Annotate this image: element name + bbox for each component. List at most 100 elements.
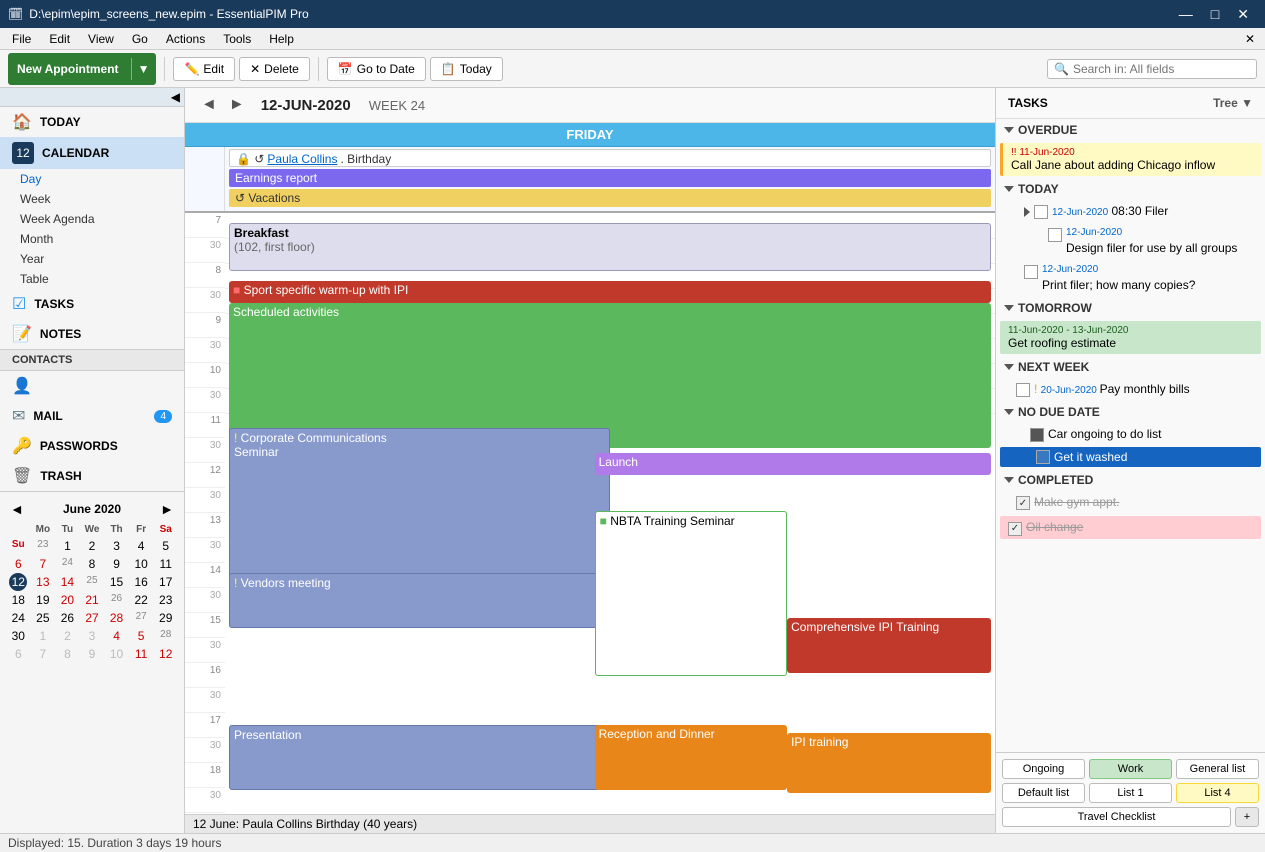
tasks-footer-work[interactable]: Work: [1089, 759, 1172, 779]
task-completed-2[interactable]: Oil change: [1000, 516, 1261, 539]
edit-button[interactable]: ✏️ Edit: [173, 57, 235, 81]
task-today-2-cb[interactable]: [1048, 228, 1062, 242]
task-no-due-2-cb[interactable]: [1036, 450, 1050, 464]
task-next-week-1-cb[interactable]: [1016, 383, 1030, 397]
mini-cal-day-29[interactable]: 29: [153, 609, 178, 627]
task-section-tomorrow[interactable]: TOMORROW: [996, 297, 1265, 319]
mini-cal-day-2[interactable]: 2: [80, 537, 105, 555]
appt-breakfast[interactable]: Breakfast (102, first floor): [229, 223, 991, 271]
sidebar-item-mail[interactable]: ✉ MAIL 4: [0, 401, 184, 431]
mini-cal-day-jul3[interactable]: 3: [80, 627, 105, 645]
mini-cal-day-jul8[interactable]: 8: [55, 645, 80, 663]
appt-ipi-training-2[interactable]: IPI training: [787, 733, 991, 793]
sidebar-collapse-btn[interactable]: ◀: [171, 90, 180, 104]
menu-actions[interactable]: Actions: [158, 30, 213, 48]
mini-cal-day-15[interactable]: 15: [104, 573, 129, 591]
today-button[interactable]: 📋 Today: [430, 57, 503, 81]
menu-view[interactable]: View: [80, 30, 122, 48]
task-section-no-due[interactable]: NO DUE DATE: [996, 401, 1265, 423]
task-today-1-cb[interactable]: [1034, 205, 1048, 219]
mini-cal-day-20[interactable]: 20: [55, 591, 80, 609]
search-input[interactable]: [1073, 62, 1250, 76]
maximize-btn[interactable]: □: [1203, 4, 1227, 25]
mini-cal-day-24[interactable]: 24: [6, 609, 31, 627]
mini-cal-day-9[interactable]: 9: [104, 555, 129, 573]
mini-cal-day-21[interactable]: 21: [80, 591, 105, 609]
task-no-due-2-selected[interactable]: Get it washed: [1000, 447, 1261, 467]
menu-edit[interactable]: Edit: [41, 30, 78, 48]
mini-cal-day-5[interactable]: 5: [153, 537, 178, 555]
task-section-completed[interactable]: COMPLETED: [996, 469, 1265, 491]
mini-cal-day-28[interactable]: 28: [104, 609, 129, 627]
sidebar-item-trash[interactable]: 🗑 TRASH: [0, 461, 184, 491]
mini-cal-day-22[interactable]: 22: [129, 591, 154, 609]
mini-cal-day-8[interactable]: 8: [80, 555, 105, 573]
sidebar-item-calendar[interactable]: 12 CALENDAR: [0, 137, 184, 169]
allday-event-vacations[interactable]: ↺ Vacations: [229, 189, 991, 207]
mini-cal-day-6[interactable]: 6: [6, 555, 31, 573]
sidebar-item-tasks[interactable]: ☑ TASKS: [0, 289, 184, 319]
mini-cal-day-jul12[interactable]: 12: [153, 645, 178, 663]
tasks-footer-general[interactable]: General list: [1176, 759, 1259, 779]
go-to-date-button[interactable]: 📅 Go to Date: [327, 57, 426, 81]
appt-reception[interactable]: Reception and Dinner: [595, 725, 788, 790]
menu-go[interactable]: Go: [124, 30, 156, 48]
mini-cal-day-jul5[interactable]: 5: [129, 627, 154, 645]
mini-cal-day-10[interactable]: 10: [129, 555, 154, 573]
mini-cal-day-19[interactable]: 19: [31, 591, 56, 609]
allday-event-earnings[interactable]: Earnings report: [229, 169, 991, 187]
mini-cal-day-jul1[interactable]: 1: [31, 627, 56, 645]
appt-vendors[interactable]: ! Vendors meeting: [229, 573, 610, 628]
mini-cal-day-1[interactable]: 1: [55, 537, 80, 555]
mini-cal-day-27[interactable]: 27: [80, 609, 105, 627]
new-appointment-button[interactable]: New Appointment ▼: [8, 53, 156, 85]
menu-close-btn[interactable]: ✕: [1239, 30, 1261, 48]
mini-cal-day-jul2[interactable]: 2: [55, 627, 80, 645]
mini-cal-day-30[interactable]: 30: [6, 627, 31, 645]
tasks-footer-ongoing[interactable]: Ongoing: [1002, 759, 1085, 779]
mini-cal-day-14[interactable]: 14: [55, 573, 80, 591]
mini-cal-day-jul9[interactable]: 9: [80, 645, 105, 663]
task-overdue-1[interactable]: !! 11-Jun-2020 Call Jane about adding Ch…: [1000, 143, 1261, 176]
task-section-today[interactable]: TODAY: [996, 178, 1265, 200]
mini-cal-day-17[interactable]: 17: [153, 573, 178, 591]
task-today-2[interactable]: 12-Jun-2020 Design filer for use by all …: [996, 223, 1265, 260]
task-next-week-1[interactable]: ! 20-Jun-2020 Pay monthly bills: [996, 378, 1265, 401]
menu-help[interactable]: Help: [261, 30, 302, 48]
sidebar-view-week-agenda[interactable]: Week Agenda: [0, 209, 184, 229]
task-completed-1[interactable]: Make gym appt.: [996, 491, 1265, 514]
mini-cal-day-13[interactable]: 13: [31, 573, 56, 591]
mini-cal-day-23[interactable]: 23: [153, 591, 178, 609]
mini-cal-prev[interactable]: ◄: [6, 499, 28, 519]
task-completed-1-cb[interactable]: [1016, 496, 1030, 510]
delete-button[interactable]: ✕ Delete: [239, 57, 310, 81]
mini-cal-day-11[interactable]: 11: [153, 555, 178, 573]
tasks-footer-travel[interactable]: Travel Checklist: [1002, 807, 1231, 827]
sidebar-view-year[interactable]: Year: [0, 249, 184, 269]
task-completed-2-cb[interactable]: [1008, 522, 1022, 536]
tasks-footer-list1[interactable]: List 1: [1089, 783, 1172, 803]
task-today-1[interactable]: 12-Jun-2020 08:30 Filer: [996, 200, 1265, 223]
menu-file[interactable]: File: [4, 30, 39, 48]
appt-sport[interactable]: ■ Sport specific warm-up with IPI: [229, 281, 991, 303]
window-controls[interactable]: — □ ✕: [1171, 4, 1257, 25]
appt-launch[interactable]: Launch: [595, 453, 991, 475]
mini-cal-day-26[interactable]: 26: [55, 609, 80, 627]
mini-cal-day-jul7[interactable]: 7: [31, 645, 56, 663]
mini-cal-next[interactable]: ►: [156, 499, 178, 519]
task-section-next-week[interactable]: NEXT WEEK: [996, 356, 1265, 378]
task-tomorrow-1[interactable]: 11-Jun-2020 - 13-Jun-2020 Get roofing es…: [1000, 321, 1261, 354]
sidebar-item-today[interactable]: 🏠 TODAY: [0, 107, 184, 137]
sidebar-item-contacts[interactable]: 👤 CONTACTS: [0, 371, 184, 401]
mini-cal-day-18[interactable]: 18: [6, 591, 31, 609]
search-box[interactable]: 🔍: [1047, 59, 1257, 79]
task-today-3-cb[interactable]: [1024, 265, 1038, 279]
appt-nbta[interactable]: ■ NBTA Training Seminar: [595, 511, 788, 676]
tasks-footer-list4[interactable]: List 4: [1176, 783, 1259, 803]
mini-cal-day-25[interactable]: 25: [31, 609, 56, 627]
sidebar-view-week[interactable]: Week: [0, 189, 184, 209]
mini-cal-day-jul4[interactable]: 4: [104, 627, 129, 645]
task-today-3[interactable]: 12-Jun-2020 Print filer; how many copies…: [996, 260, 1265, 297]
mini-cal-day-4[interactable]: 4: [129, 537, 154, 555]
sidebar-item-notes[interactable]: 📝 NOTES: [0, 319, 184, 349]
